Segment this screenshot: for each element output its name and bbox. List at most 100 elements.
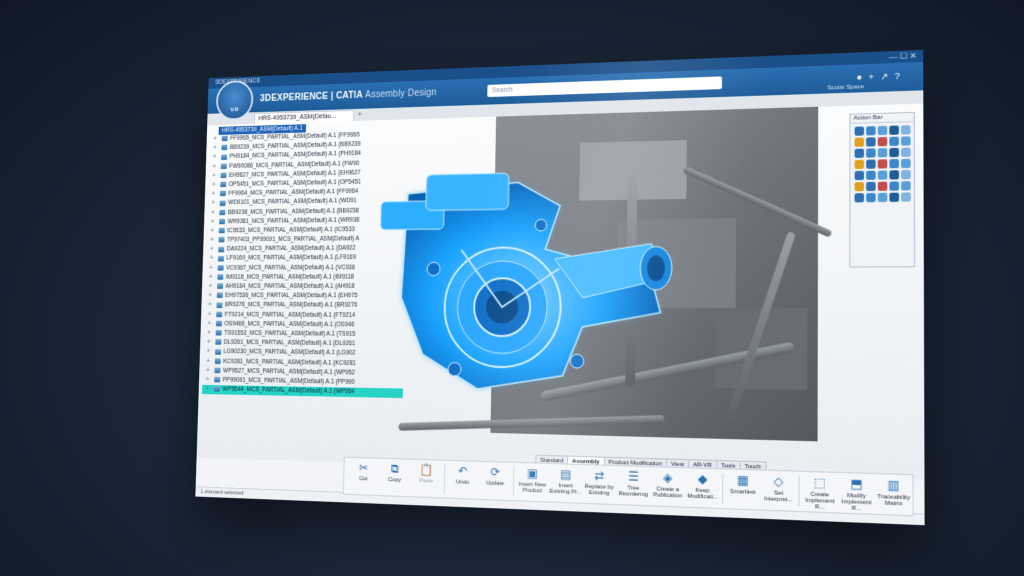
palette-tool-icon[interactable]: [855, 160, 864, 169]
action-label: Insert New Product: [519, 482, 546, 495]
action-button[interactable]: ☰ Tree Reordering: [616, 466, 651, 498]
palette-tool-icon[interactable]: [901, 170, 911, 179]
palette-tool-icon[interactable]: [901, 125, 911, 134]
header-icons[interactable]: ●+↗?: [856, 71, 906, 84]
palette-tool-icon[interactable]: [866, 148, 875, 157]
action-button[interactable]: ⬚ Create Implement R...: [802, 472, 839, 512]
expand-icon[interactable]: +: [209, 273, 213, 282]
palette-tool-icon[interactable]: [901, 159, 911, 168]
palette-tool-icon[interactable]: [889, 137, 899, 146]
action-button[interactable]: ◇ Set Interpret...: [761, 471, 797, 504]
new-tab-button[interactable]: +: [358, 110, 362, 118]
palette-tool-icon[interactable]: [866, 137, 875, 146]
palette-tool-icon[interactable]: [878, 148, 888, 157]
palette-tool-icon[interactable]: [866, 171, 875, 180]
tree-item[interactable]: + AH9184_MCS_PARTIAL_ASM(Default) A.1 (AH…: [205, 282, 405, 292]
palette-tool-icon[interactable]: [889, 181, 899, 190]
expand-icon[interactable]: +: [205, 385, 209, 394]
expand-icon[interactable]: +: [213, 135, 217, 144]
expand-icon[interactable]: +: [208, 292, 212, 301]
palette-tool-icon[interactable]: [878, 159, 888, 168]
expand-icon[interactable]: +: [211, 218, 215, 227]
3d-viewport[interactable]: HRS-4953739_ASM(Default) A.1 + FF9965_MCS…: [197, 104, 925, 481]
action-button[interactable]: ▦ Smartlest: [725, 469, 761, 496]
palette-tool-icon[interactable]: [878, 126, 888, 135]
palette-tool-icon[interactable]: [855, 149, 864, 158]
palette-tool-icon[interactable]: [855, 182, 864, 191]
expand-icon[interactable]: +: [208, 301, 212, 310]
palette-tool-icon[interactable]: [889, 193, 899, 202]
tree-item[interactable]: + IM9118_MCS_PARTIAL_ASM(Default) A.1 (IM…: [206, 273, 406, 283]
expand-icon[interactable]: +: [207, 338, 211, 347]
tool-palette[interactable]: Action Bar: [849, 112, 915, 268]
add-icon[interactable]: +: [868, 72, 880, 82]
expand-icon[interactable]: +: [209, 264, 213, 273]
tree-item-label: EH97536_MCS_PARTIAL_ASM(Default) A.1 (EH…: [225, 293, 357, 300]
expand-icon[interactable]: +: [208, 310, 212, 319]
palette-tool-icon[interactable]: [901, 181, 911, 190]
action-button[interactable]: ⇄ Replace by Existing: [582, 465, 616, 497]
expand-icon[interactable]: +: [209, 282, 213, 291]
palette-tool-icon[interactable]: [889, 170, 899, 179]
window-controls[interactable]: — ☐ ✕: [889, 50, 917, 63]
selected-pump-model[interactable]: [368, 150, 682, 403]
expand-icon[interactable]: +: [211, 190, 215, 199]
expand-icon[interactable]: +: [212, 172, 216, 181]
palette-tool-icon[interactable]: [901, 136, 911, 145]
insert-new-product-icon: ▣: [526, 466, 540, 480]
palette-tool-icon[interactable]: [866, 182, 875, 191]
expand-icon[interactable]: +: [210, 245, 214, 254]
palette-tool-icon[interactable]: [866, 126, 875, 135]
share-icon[interactable]: ↗: [880, 71, 894, 82]
palette-tool-icon[interactable]: [901, 148, 911, 157]
palette-tool-icon[interactable]: [855, 138, 864, 147]
palette-tool-icon[interactable]: [878, 193, 888, 202]
palette-tool-icon[interactable]: [889, 148, 899, 157]
action-button[interactable]: 📋 Paste: [410, 460, 442, 485]
palette-tool-icon[interactable]: [889, 159, 899, 168]
expand-icon[interactable]: +: [212, 162, 216, 171]
palette-tool-icon[interactable]: [855, 126, 864, 135]
palette-tool-icon[interactable]: [889, 126, 899, 135]
search-input[interactable]: Search: [487, 76, 722, 97]
action-button[interactable]: ⧉ Copy: [379, 459, 411, 484]
action-button[interactable]: ▥ Traceability Matrix: [875, 474, 912, 508]
expand-icon[interactable]: +: [211, 208, 215, 217]
expand-icon[interactable]: +: [206, 357, 210, 366]
expand-icon[interactable]: +: [209, 255, 213, 264]
expand-icon[interactable]: +: [213, 153, 217, 162]
expand-icon[interactable]: +: [210, 227, 214, 236]
action-button[interactable]: ◈ Create a Publication: [650, 467, 685, 499]
expand-icon[interactable]: +: [210, 236, 214, 245]
action-button[interactable]: ↶ Undo: [446, 461, 479, 486]
expand-icon[interactable]: +: [212, 181, 216, 190]
expand-icon[interactable]: +: [207, 348, 211, 357]
palette-tool-icon[interactable]: [855, 171, 864, 180]
palette-tool-icon[interactable]: [866, 193, 876, 202]
action-button[interactable]: ◆ Keep Modificati...: [685, 468, 720, 501]
palette-tool-icon[interactable]: [878, 137, 888, 146]
action-button[interactable]: ✂ Cut: [348, 458, 380, 483]
expand-icon[interactable]: +: [207, 320, 211, 329]
palette-tool-icon[interactable]: [901, 192, 911, 201]
help-icon[interactable]: ?: [895, 71, 907, 81]
spec-tree[interactable]: HRS-4953739_ASM(Default) A.1 + FF9965_MCS…: [202, 121, 409, 398]
expand-icon[interactable]: +: [207, 329, 211, 338]
expand-icon[interactable]: +: [211, 199, 215, 208]
action-button[interactable]: ▤ Insert Existing Pr...: [549, 464, 583, 496]
action-button[interactable]: ⟳ Update: [479, 462, 512, 488]
action-button[interactable]: ▣ Insert New Product: [516, 463, 550, 495]
tree-item[interactable]: + EH97536_MCS_PARTIAL_ASM(Default) A.1 (E…: [205, 292, 405, 302]
palette-tool-icon[interactable]: [855, 193, 864, 202]
expand-icon[interactable]: +: [213, 144, 217, 153]
palette-tool-icon[interactable]: [878, 170, 888, 179]
tree-item-label: BR9276_MCS_PARTIAL_ASM(Default) A.1 (BR9…: [225, 302, 357, 309]
expand-icon[interactable]: +: [206, 376, 210, 385]
palette-tool-icon[interactable]: [878, 182, 888, 191]
expand-icon[interactable]: +: [206, 366, 210, 375]
tree-item[interactable]: + VC9367_MCS_PARTIAL_ASM(Default) A.1 (VC…: [206, 263, 406, 273]
action-button[interactable]: ⬒ Modify Implement R...: [838, 473, 875, 513]
user-icon[interactable]: ●: [856, 72, 868, 82]
collab-space[interactable]: Scotts Space: [827, 84, 864, 91]
palette-tool-icon[interactable]: [866, 160, 875, 169]
